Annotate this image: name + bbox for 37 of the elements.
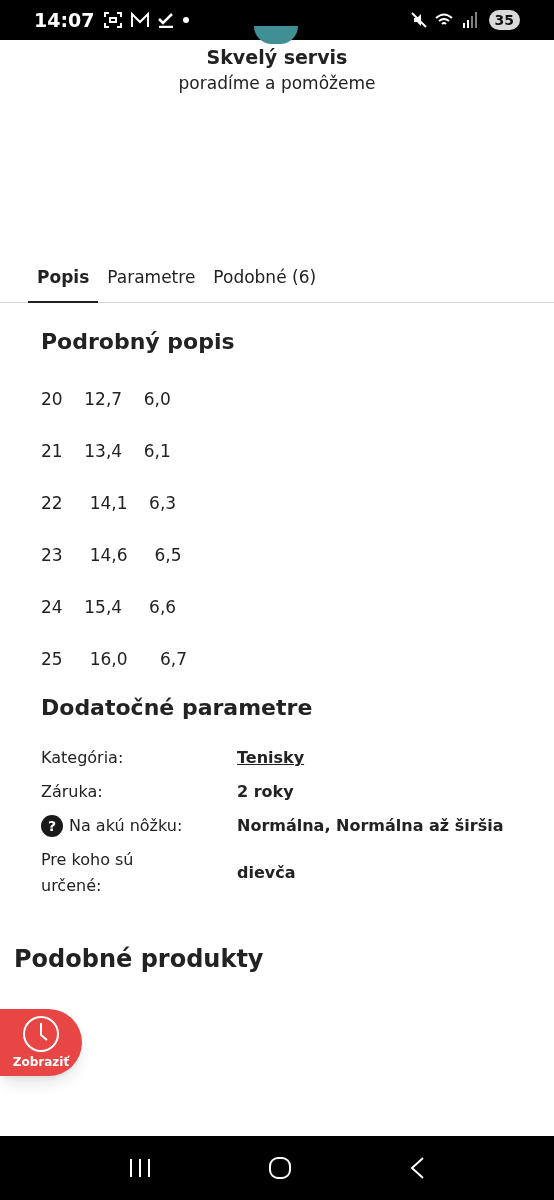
description-line: 20 12,7 6,0 [41, 388, 172, 411]
home-icon[interactable] [268, 1156, 292, 1180]
parameter-value: Normálna, Normálna až širšia [237, 815, 504, 837]
parameter-label: Na akú nôžku: [69, 815, 183, 837]
section-heading: Podrobný popis [41, 328, 236, 356]
service-subtitle: poradíme a pomôžeme [178, 72, 376, 95]
parameter-value: dievča [237, 862, 296, 884]
signal-icon [462, 12, 477, 28]
parameter-value: 2 roky [237, 781, 294, 803]
check-icon [158, 12, 175, 28]
mute-icon [410, 12, 427, 28]
tab[interactable]: Popis [28, 255, 99, 303]
description-line: 22 14,1 6,3 [41, 492, 178, 515]
mail-icon [130, 12, 151, 28]
history-button[interactable]: Zobraziť [0, 1009, 82, 1076]
section-heading: Podobné produkty [13, 944, 265, 975]
battery-level: 35 [488, 10, 520, 30]
clock-icon [22, 1014, 60, 1053]
parameter-label: Kategória: [41, 747, 124, 769]
logo-icon [254, 26, 298, 44]
description-line: 23 14,6 6,5 [41, 544, 183, 567]
description-line: 21 13,4 6,1 [41, 440, 172, 463]
help-icon[interactable]: ? [41, 815, 63, 837]
recent-apps-icon[interactable] [128, 1158, 151, 1178]
parameter-label: Pre koho sú určené: [41, 849, 135, 897]
dot-icon [182, 16, 191, 24]
back-icon[interactable] [409, 1156, 426, 1180]
description-line: 24 15,4 6,6 [41, 596, 178, 619]
section-heading: Dodatočné parametre [41, 694, 314, 722]
status-time: 14:07 [34, 7, 95, 33]
parameter-link[interactable]: Tenisky [237, 745, 305, 771]
tab[interactable]: Parametre [98, 255, 205, 303]
screenshot-icon [104, 12, 123, 28]
parameter-label: Záruka: [41, 781, 103, 803]
description-line: 25 16,0 6,7 [41, 648, 188, 671]
tab[interactable]: Podobné (6) [204, 255, 326, 303]
service-title: Skvelý servis [206, 45, 348, 70]
